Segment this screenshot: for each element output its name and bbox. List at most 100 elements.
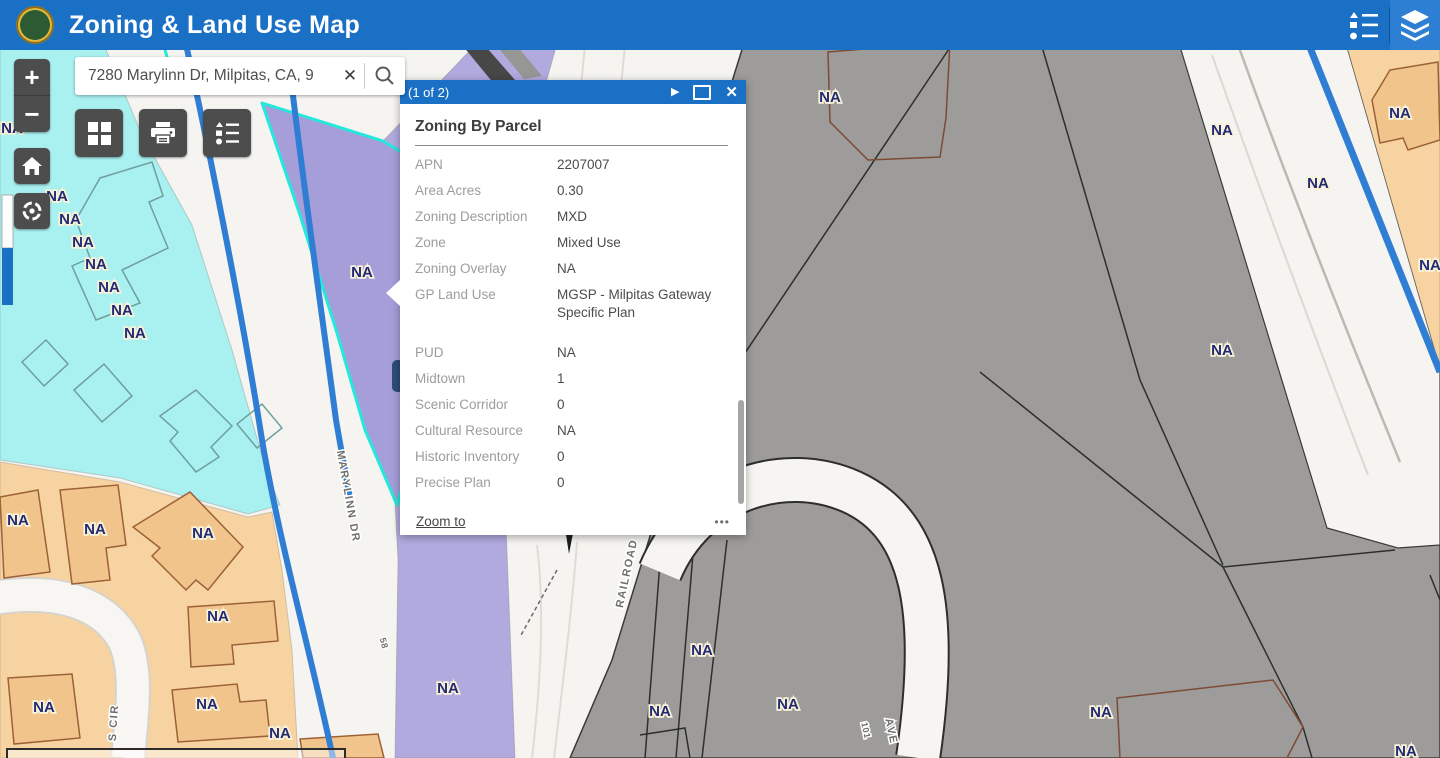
parcel-na-label: NA bbox=[7, 512, 29, 529]
field-label: Zoning Overlay bbox=[415, 260, 557, 278]
parcel-na-label: NA bbox=[111, 302, 133, 319]
field-value: NA bbox=[557, 344, 728, 362]
popup-field-row: Midtown1 bbox=[415, 366, 728, 392]
field-value: 1 bbox=[557, 370, 728, 388]
zoom-control: + − bbox=[14, 59, 50, 132]
basemap-gallery-button[interactable] bbox=[75, 109, 123, 157]
parcel-na-label: NA bbox=[777, 696, 799, 713]
popup-field-row: Precise Plan0 bbox=[415, 470, 728, 496]
popup-pointer bbox=[386, 280, 400, 306]
popup-field-row: Area Acres0.30 bbox=[415, 178, 728, 204]
field-value: Mixed Use bbox=[557, 234, 728, 252]
parcel-na-label: NA bbox=[196, 696, 218, 713]
street-name-label: S CIR bbox=[107, 704, 122, 742]
popup-body: Zoning By Parcel APN2207007Area Acres0.3… bbox=[400, 104, 746, 535]
popup-field-row: APN2207007 bbox=[415, 152, 728, 178]
popup-title: Zoning By Parcel bbox=[415, 114, 728, 136]
locate-icon bbox=[20, 199, 44, 223]
print-icon bbox=[150, 121, 176, 145]
field-value: 0 bbox=[557, 396, 728, 414]
feature-popup: (1 of 2) ▶ ✕ Zoning By Parcel APN2207007… bbox=[400, 80, 746, 535]
parcel-na-label: NA bbox=[1211, 122, 1233, 139]
popup-fields: APN2207007Area Acres0.30Zoning Descripti… bbox=[415, 152, 728, 496]
popup-title-divider bbox=[415, 145, 728, 146]
home-button[interactable] bbox=[14, 148, 50, 184]
parcel-na-label: NA bbox=[819, 89, 841, 106]
search-input[interactable] bbox=[75, 67, 336, 85]
parcel-na-label: NA bbox=[124, 325, 146, 342]
popup-pager: (1 of 2) bbox=[408, 85, 449, 100]
popup-field-row: Scenic Corridor0 bbox=[415, 392, 728, 418]
field-value: NA bbox=[557, 260, 728, 278]
popup-field-row: PUDNA bbox=[415, 340, 728, 366]
parcel-na-label: NA bbox=[691, 642, 713, 659]
parcel-na-label: NA bbox=[1090, 704, 1112, 721]
zoom-to-link[interactable]: Zoom to bbox=[416, 514, 466, 529]
parcel-na-label: NA bbox=[84, 521, 106, 538]
edge-panel-scrollbar-track[interactable] bbox=[2, 195, 13, 248]
popup-field-row: Historic Inventory0 bbox=[415, 444, 728, 470]
legend-button[interactable] bbox=[1337, 0, 1389, 50]
parcel-na-label: NA bbox=[72, 234, 94, 251]
layer-list-button[interactable] bbox=[203, 109, 251, 157]
popup-next-button[interactable]: ▶ bbox=[671, 87, 679, 98]
field-label: PUD bbox=[415, 344, 557, 362]
popup-field-row: Zoning DescriptionMXD bbox=[415, 204, 728, 230]
parcel-na-label: NA bbox=[649, 703, 671, 720]
edge-panel-scrollbar-thumb[interactable] bbox=[2, 248, 13, 305]
parcel-na-label: NA bbox=[1395, 743, 1417, 758]
field-value: 0 bbox=[557, 474, 728, 492]
search-icon bbox=[374, 65, 396, 87]
parcel-na-label: NA bbox=[59, 211, 81, 228]
field-value: 2207007 bbox=[557, 156, 728, 174]
popup-scrollbar[interactable] bbox=[738, 400, 744, 504]
layer-list-icon bbox=[213, 120, 241, 146]
popup-field-row: Zoning OverlayNA bbox=[415, 256, 728, 282]
popup-close-button[interactable]: ✕ bbox=[725, 85, 738, 100]
parcel-na-label: NA bbox=[1307, 175, 1329, 192]
app-header: Zoning & Land Use Map bbox=[0, 0, 1440, 50]
parcel-na-label: NA bbox=[269, 725, 291, 742]
field-label: Cultural Resource bbox=[415, 422, 557, 440]
layers-icon bbox=[1398, 9, 1432, 41]
app-title: Zoning & Land Use Map bbox=[69, 11, 360, 40]
layers-button[interactable] bbox=[1390, 0, 1440, 50]
zoom-out-button[interactable]: − bbox=[14, 96, 50, 132]
field-value: 0.30 bbox=[557, 182, 728, 200]
popup-maximize-button[interactable] bbox=[693, 85, 711, 100]
parcel-na-label: NA bbox=[207, 608, 229, 625]
search-clear-button[interactable]: ✕ bbox=[336, 66, 364, 86]
field-label: Midtown bbox=[415, 370, 557, 388]
popup-field-row: Cultural ResourceNA bbox=[415, 418, 728, 444]
parcel-na-label: NA bbox=[1211, 342, 1233, 359]
field-value: NA bbox=[557, 422, 728, 440]
field-value: MXD bbox=[557, 208, 728, 226]
search-bar: ✕ bbox=[75, 57, 405, 95]
parcel-na-label: NA bbox=[1389, 105, 1411, 122]
field-label: APN bbox=[415, 156, 557, 174]
parcel-na-label: NA bbox=[33, 699, 55, 716]
print-button[interactable] bbox=[139, 109, 187, 157]
parcel-na-label: NA bbox=[98, 279, 120, 296]
zoom-in-button[interactable]: + bbox=[14, 59, 50, 95]
popup-more-button[interactable]: ••• bbox=[714, 515, 730, 529]
field-label: Historic Inventory bbox=[415, 448, 557, 466]
field-label: Precise Plan bbox=[415, 474, 557, 492]
parcel-na-label: NA bbox=[1419, 257, 1440, 274]
city-seal-logo bbox=[16, 6, 54, 44]
field-label: Zone bbox=[415, 234, 557, 252]
field-label: Zoning Description bbox=[415, 208, 557, 226]
popup-footer: Zoom to ••• bbox=[400, 508, 746, 535]
field-value: MGSP - Milpitas Gateway Specific Plan bbox=[557, 286, 728, 322]
field-label: GP Land Use bbox=[415, 286, 557, 322]
field-label: Scenic Corridor bbox=[415, 396, 557, 414]
scale-bar bbox=[7, 749, 345, 758]
home-icon bbox=[21, 156, 43, 176]
legend-list-icon bbox=[1346, 10, 1380, 40]
parcel-na-label: NA bbox=[351, 264, 373, 281]
parcel-na-label: NA bbox=[192, 525, 214, 542]
basemap-grid-icon bbox=[88, 122, 111, 145]
locate-button[interactable] bbox=[14, 193, 50, 229]
popup-field-row: GP Land UseMGSP - Milpitas Gateway Speci… bbox=[415, 282, 728, 326]
search-submit-button[interactable] bbox=[365, 57, 405, 95]
